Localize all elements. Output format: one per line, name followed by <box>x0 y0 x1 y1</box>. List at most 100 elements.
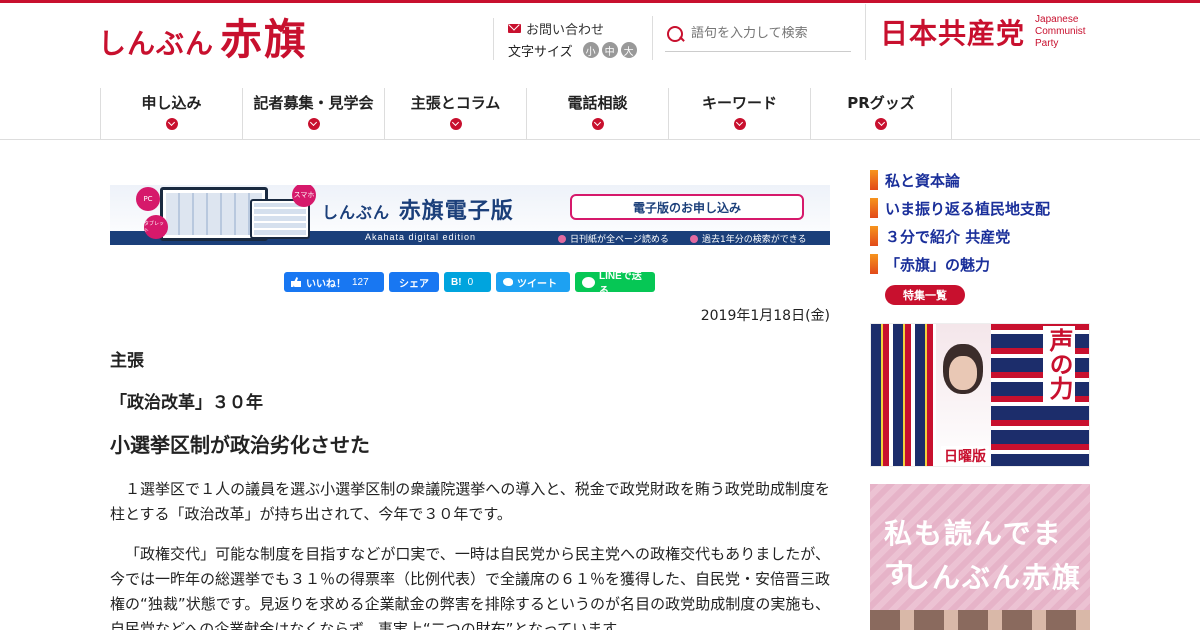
banner-feature-1: 日刊紙が全ページ読める <box>570 235 669 245</box>
search-box <box>665 16 851 52</box>
contact-link[interactable]: お問い合わせ <box>508 18 653 38</box>
nav-item-phone-consultation[interactable]: 電話相談 <box>526 88 668 140</box>
chevron-down-icon <box>875 118 887 130</box>
line-share-button[interactable]: LINEで送る <box>575 271 655 297</box>
chevron-down-icon <box>449 118 462 130</box>
font-size-large-button[interactable]: 大 <box>620 42 637 58</box>
font-size-control: 文字サイズ 小 中 大 <box>508 40 653 60</box>
facebook-share-button[interactable]: シェア <box>389 272 439 292</box>
font-size-label: 文字サイズ <box>508 44 573 60</box>
thumbs-up-icon <box>291 277 301 287</box>
party-en-line-3: Party <box>1035 38 1059 49</box>
party-en-line-1: Japanese <box>1035 14 1079 25</box>
sidebar-link-label: 「赤旗」の魅力 <box>885 255 991 274</box>
banner-title: しんぶん 赤旗電子版 <box>322 193 514 225</box>
article-kind: 主張 <box>110 351 144 371</box>
nav-divider <box>0 139 1200 140</box>
article-paragraph: １選挙区で１人の議員を選ぶ小選挙区制の衆議院選挙への導入と、税金で政党財政を賄う… <box>110 480 830 523</box>
feature-links: 私と資本論 いま振り返る植民地支配 ３分で紹介 共産党 「赤旗」の魅力 <box>870 170 1100 282</box>
article-subtitle: 「政治改革」３０年 <box>110 393 263 413</box>
jcp-logo[interactable]: 日本共産党 Japanese Communist Party <box>865 4 1086 60</box>
hatena-count: 0 <box>467 276 474 288</box>
bullet-dot <box>690 234 698 243</box>
main-nav: 申し込み 記者募集・見学会 主張とコラム 電話相談 キーワード PRグッズ <box>100 88 952 140</box>
sidebar-link-colonial[interactable]: いま振り返る植民地支配 <box>870 198 1100 218</box>
chevron-down-icon <box>165 118 178 130</box>
chevron-down-icon <box>307 118 320 130</box>
digital-edition-banner[interactable]: PC タブレット スマホ しんぶん 赤旗電子版 Akahata digital … <box>110 185 830 245</box>
line-icon <box>582 276 595 288</box>
nav-label: 申し込み <box>141 94 202 112</box>
bullet-dot <box>558 234 566 243</box>
banner-title-main: 赤旗電子版 <box>398 199 514 224</box>
sidebar-link-capital[interactable]: 私と資本論 <box>870 170 1100 190</box>
nav-label: PRグッズ <box>847 94 915 112</box>
chevron-down-icon <box>733 118 746 130</box>
sidebar-link-label: いま振り返る植民地支配 <box>885 199 1051 218</box>
link-marker <box>870 170 878 190</box>
person-face <box>949 356 977 390</box>
like-count: 127 <box>352 276 369 288</box>
special-list-button[interactable]: 特集一覧 <box>885 285 965 305</box>
link-marker <box>870 198 878 218</box>
banner-title-kana: しんぶん <box>322 203 391 222</box>
digital-apply-button[interactable]: 電子版のお申し込み <box>570 194 804 220</box>
banner-subtitle: Akahata digital edition <box>365 232 477 242</box>
reader-photos <box>870 610 1090 630</box>
sidebar-link-label: ３分で紹介 共産党 <box>885 227 1011 246</box>
banner-feature: 過去1年分の検索ができる <box>690 232 807 245</box>
like-label: いいね！ <box>306 278 346 290</box>
sidebar-link-akahata-appeal[interactable]: 「赤旗」の魅力 <box>870 254 1100 274</box>
banner-feature-2: 過去1年分の検索ができる <box>702 235 807 245</box>
reader-campaign-promo[interactable]: 私も読んでます しんぶん赤旗 <box>870 484 1090 630</box>
search-icon[interactable] <box>665 24 685 44</box>
chevron-down-icon <box>591 118 604 130</box>
twitter-bird-icon <box>503 278 513 286</box>
nav-label: 主張とコラム <box>410 94 501 112</box>
logo-kanji: 赤旗 <box>220 15 309 64</box>
tweet-button[interactable]: ツイート <box>496 272 570 292</box>
search-area <box>652 16 866 60</box>
facebook-like-button[interactable]: いいね！ 127 <box>284 272 384 292</box>
promo-line-2: しんぶん赤旗 <box>902 561 1083 594</box>
nav-item-keywords[interactable]: キーワード <box>668 88 810 140</box>
logo-kana: しんぶん <box>98 27 215 60</box>
article-date: 2019年1月18日(金) <box>700 308 830 324</box>
hatena-label: B! <box>451 276 462 288</box>
tweet-label: ツイート <box>517 278 557 290</box>
link-marker <box>870 226 878 246</box>
line-label: LINEで送る <box>599 271 642 297</box>
article-paragraph: 「政権交代」可能な制度を目指すなどが口実で、一時は自民党から民主党への政権交代も… <box>110 545 831 630</box>
bubble-tablet: タブレット <box>144 215 168 239</box>
promo-voice-headline: 声の力 <box>1043 326 1075 402</box>
nav-item-editorials[interactable]: 主張とコラム <box>384 88 526 140</box>
sidebar-link-jcp-intro[interactable]: ３分で紹介 共産党 <box>870 226 1100 246</box>
font-size-small-button[interactable]: 小 <box>582 42 599 58</box>
party-en-line-2: Communist <box>1035 26 1086 37</box>
sidebar-link-label: 私と資本論 <box>885 171 961 190</box>
nav-label: 電話相談 <box>567 94 628 112</box>
party-english-name: Japanese Communist Party <box>1035 14 1086 50</box>
search-input[interactable] <box>691 26 841 41</box>
top-accent-line <box>0 0 1200 3</box>
bubble-pc: PC <box>136 187 160 211</box>
link-marker <box>870 254 878 274</box>
nav-label: キーワード <box>701 94 777 112</box>
nav-item-recruit[interactable]: 記者募集・見学会 <box>242 88 384 140</box>
banner-feature: 日刊紙が全ページ読める <box>558 232 669 245</box>
promo-edition-label: 日曜版 <box>941 446 989 466</box>
contact-label: お問い合わせ <box>526 22 605 38</box>
hatena-bookmark-button[interactable]: B! 0 <box>444 272 491 292</box>
social-buttons: いいね！ 127 シェア B! 0 ツイート LINEで送る <box>284 271 655 297</box>
mail-icon <box>508 23 521 33</box>
article-title: 小選挙区制が政治劣化させた <box>110 433 370 457</box>
site-logo[interactable]: しんぶん 赤旗 <box>98 14 308 64</box>
nav-item-pr-goods[interactable]: PRグッズ <box>810 88 952 140</box>
party-name: 日本共産党 <box>880 17 1026 50</box>
font-size-medium-button[interactable]: 中 <box>601 42 618 58</box>
sunday-edition-promo[interactable]: 声の力 日曜版 <box>870 323 1090 467</box>
nav-item-apply[interactable]: 申し込み <box>100 88 242 140</box>
promo-headline-column <box>871 324 936 466</box>
nav-label: 記者募集・見学会 <box>253 94 374 112</box>
promo-article-column <box>991 324 1089 466</box>
